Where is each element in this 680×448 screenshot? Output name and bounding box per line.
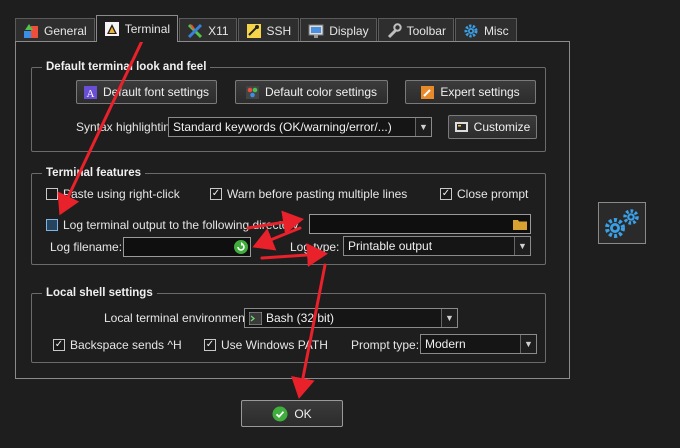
backspace-box[interactable]: ✓ [53,339,65,351]
wrench-icon [387,22,402,38]
refresh-icon[interactable] [234,240,248,254]
log-filename-input[interactable] [123,237,251,257]
tab-display-label: Display [329,23,369,38]
customize-icon [454,121,468,132]
paste-right-click-label: Paste using right-click [63,187,180,201]
prompt-type-select[interactable]: Modern ▼ [420,334,537,354]
default-color-button[interactable]: Default color settings [235,80,388,104]
backspace-checkbox[interactable]: ✓ Backspace sends ^H [53,338,182,352]
log-filename-label: Log filename: [50,240,123,254]
windows-path-label: Use Windows PATH [221,338,328,352]
general-icon [24,23,38,38]
log-type-select[interactable]: Printable output ▼ [343,236,531,256]
paste-right-click-checkbox[interactable]: Paste using right-click [46,187,180,201]
terminal-settings-panel: Default terminal look and feel A Default… [15,41,570,379]
prompt-type-value: Modern [425,337,466,351]
font-icon: A [83,85,97,99]
tab-x11-label: X11 [208,23,229,38]
tab-misc-label: Misc [483,23,509,38]
tab-display[interactable]: Display [300,18,377,42]
expert-settings-label: Expert settings [440,85,520,99]
tab-terminal[interactable]: Terminal [95,15,179,42]
gear-icon [464,24,478,37]
customize-button[interactable]: Customize [448,115,537,139]
close-prompt-label: Close prompt [457,187,529,201]
windows-path-checkbox[interactable]: ✓ Use Windows PATH [204,338,328,352]
ssh-icon [246,23,261,38]
look-and-feel-group: Default terminal look and feel A Default… [31,60,546,152]
tab-ssh-label: SSH [266,23,292,38]
palette-icon [245,85,259,99]
folder-icon[interactable] [513,218,527,230]
chevron-down-icon: ▼ [441,309,457,327]
log-output-box[interactable] [46,219,58,231]
terminal-features-group: Terminal features Paste using right-clic… [31,166,546,265]
log-output-checkbox[interactable]: Log terminal output to the following dir… [46,218,298,232]
tab-general[interactable]: General [15,18,95,42]
log-type-value: Printable output [348,239,433,253]
tab-bar: General Terminal X11 SSH Display Toolbar… [15,15,518,42]
local-env-label: Local terminal environment: [104,311,252,325]
svg-text:A: A [86,88,94,99]
default-font-button[interactable]: A Default font settings [76,80,217,104]
display-icon [308,24,324,38]
tab-terminal-label: Terminal [124,22,171,36]
windows-path-box[interactable]: ✓ [204,339,216,351]
customize-label: Customize [473,120,531,134]
syntax-highlighting-label: Syntax highlighting: [76,120,181,134]
look-and-feel-legend: Default terminal look and feel [42,60,211,74]
chevron-down-icon: ▼ [514,237,530,255]
ok-button-label: OK [294,406,312,421]
terminal-features-legend: Terminal features [42,166,146,180]
settings-gear-icon[interactable] [598,202,646,244]
expert-settings-button[interactable]: Expert settings [405,80,536,104]
default-color-label: Default color settings [264,85,378,99]
tab-general-label: General [44,23,87,38]
terminal-icon [104,22,119,36]
syntax-highlighting-select[interactable]: Standard keywords (OK/warning/error/...)… [168,117,432,137]
syntax-highlighting-value: Standard keywords (OK/warning/error/...) [173,120,392,134]
local-shell-group: Local shell settings Local terminal envi… [31,286,546,363]
paste-right-click-box[interactable] [46,188,58,200]
log-directory-input[interactable] [309,214,531,234]
chevron-down-icon: ▼ [415,118,431,136]
warn-paste-box[interactable]: ✓ [210,188,222,200]
ok-button[interactable]: OK [241,400,343,427]
chevron-down-icon: ▼ [520,335,536,353]
close-prompt-box[interactable]: ✓ [440,188,452,200]
warn-paste-checkbox[interactable]: ✓ Warn before pasting multiple lines [210,187,407,201]
default-font-label: Default font settings [102,85,210,99]
tab-x11[interactable]: X11 [179,18,237,42]
check-icon [272,406,288,421]
bash-icon [249,311,262,325]
prompt-type-label: Prompt type: [351,338,420,352]
tab-toolbar[interactable]: Toolbar [377,18,454,42]
backspace-label: Backspace sends ^H [70,338,182,352]
local-env-value: Bash (32 bit) [266,311,335,325]
local-shell-legend: Local shell settings [42,286,157,300]
log-type-label: Log type: [290,240,340,254]
close-prompt-checkbox[interactable]: ✓ Close prompt [440,187,528,201]
x11-icon [188,23,203,38]
local-env-select[interactable]: Bash (32 bit) ▼ [244,308,458,328]
gears-icon [605,209,639,238]
tab-misc[interactable]: Misc [454,18,517,42]
expert-icon [421,85,435,99]
tab-toolbar-label: Toolbar [406,23,446,38]
tab-ssh[interactable]: SSH [237,18,300,42]
log-output-label: Log terminal output to the following dir… [63,218,299,232]
warn-paste-label: Warn before pasting multiple lines [227,187,408,201]
